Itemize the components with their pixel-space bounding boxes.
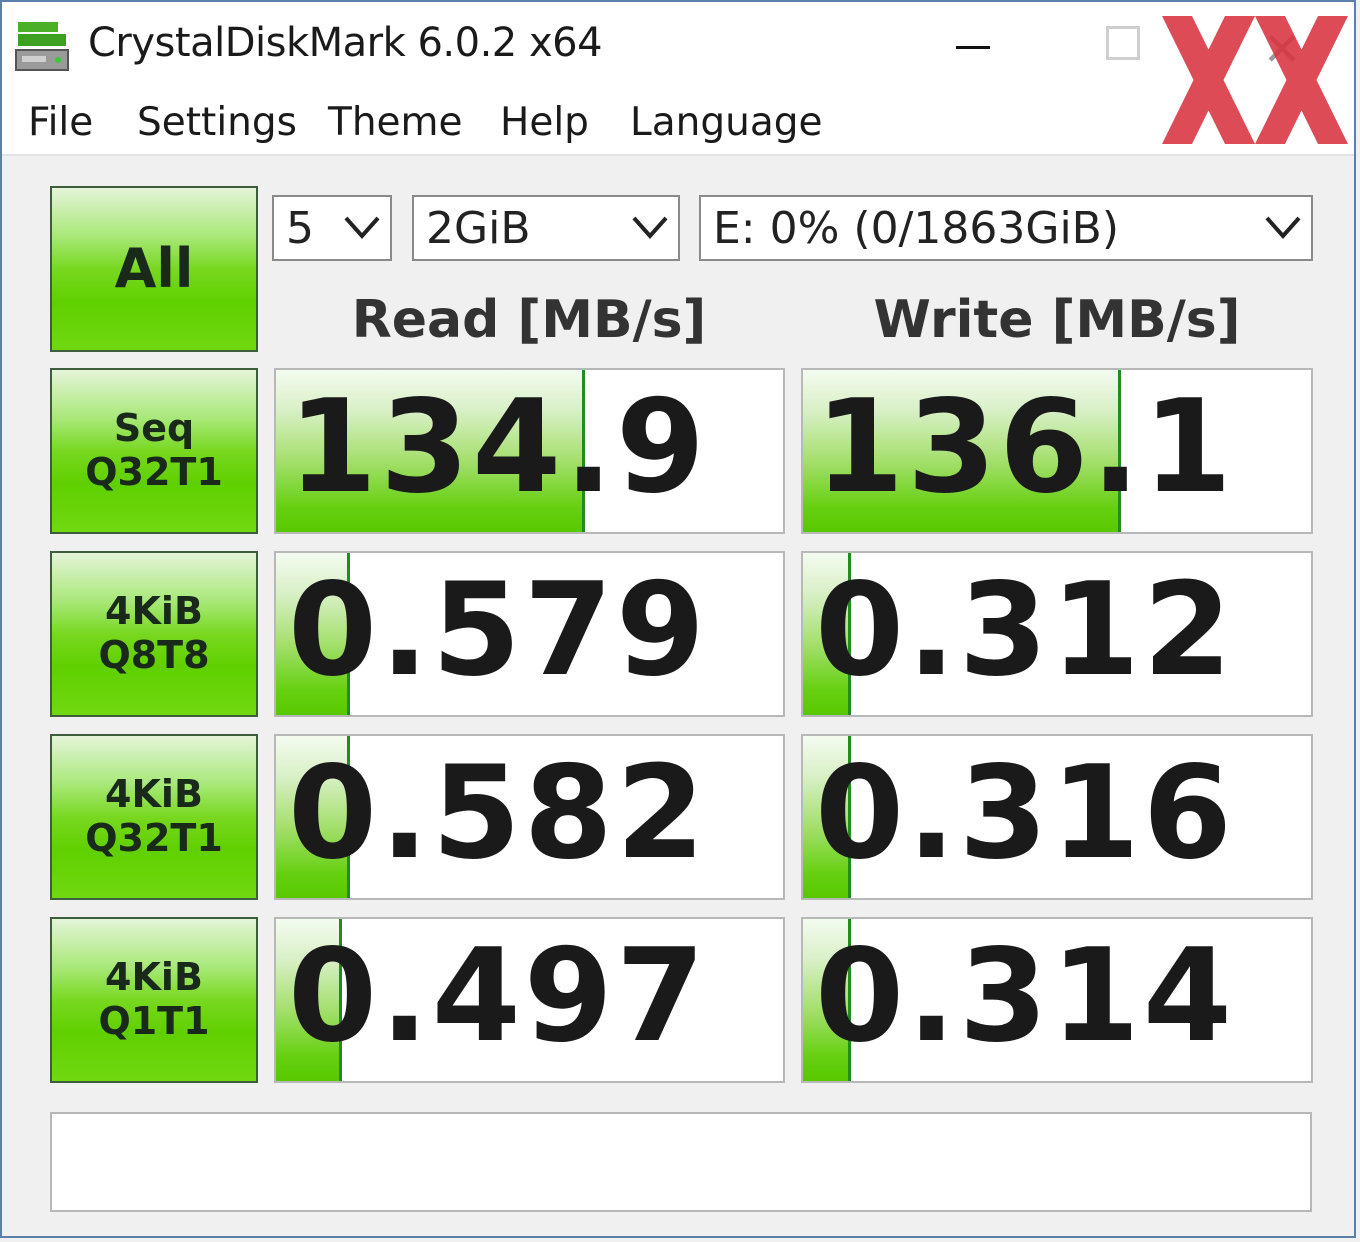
write-result-cell: 0.316 [801, 734, 1313, 900]
menu-language[interactable]: Language [630, 100, 822, 145]
write-value: 136.1 [815, 373, 1235, 522]
test-size-select[interactable]: 2GiB [412, 195, 680, 261]
read-value: 0.582 [288, 739, 708, 888]
write-header: Write [MB/s] [873, 290, 1241, 350]
read-result-cell: 0.497 [274, 917, 785, 1083]
test-label-line1: 4KiB [105, 955, 203, 1000]
menu-bar: File Settings Theme Help Language [2, 90, 1354, 156]
title-bar[interactable]: CrystalDiskMark 6.0.2 x64 ✕ [2, 2, 1354, 90]
hardwareluxx-logo [1162, 16, 1348, 144]
chevron-down-icon [344, 216, 380, 239]
write-value: 0.316 [815, 739, 1235, 888]
all-tests-label: All [114, 236, 194, 300]
test-label-line2: Q32T1 [85, 816, 223, 860]
write-value: 0.312 [815, 556, 1235, 705]
test-label-line1: 4KiB [105, 589, 203, 634]
disk-app-icon [15, 22, 69, 71]
window-title: CrystalDiskMark 6.0.2 x64 [88, 20, 603, 66]
menu-settings[interactable]: Settings [137, 100, 297, 145]
read-result-cell: 134.9 [274, 368, 785, 534]
test-button-seq-q32t1[interactable]: Seq Q32T1 [50, 368, 258, 534]
drive-select[interactable]: E: 0% (0/1863GiB) [699, 195, 1313, 261]
test-button-4kib-q1t1[interactable]: 4KiB Q1T1 [50, 917, 258, 1083]
read-value: 0.579 [288, 556, 708, 705]
test-button-4kib-q8t8[interactable]: 4KiB Q8T8 [50, 551, 258, 717]
read-result-cell: 0.582 [274, 734, 785, 900]
read-header: Read [MB/s] [351, 290, 707, 350]
app-window: CrystalDiskMark 6.0.2 x64 ✕ File Setting… [0, 0, 1356, 1238]
test-count-select[interactable]: 5 [272, 195, 392, 261]
maximize-button[interactable] [1106, 26, 1140, 60]
test-label-line2: Q1T1 [98, 999, 210, 1043]
write-result-cell: 0.314 [801, 917, 1313, 1083]
menu-file[interactable]: File [28, 100, 93, 145]
minimize-button[interactable] [952, 22, 996, 66]
chevron-down-icon [1265, 216, 1301, 239]
test-label-line2: Q32T1 [85, 450, 223, 494]
status-comment-field[interactable] [50, 1112, 1312, 1212]
all-tests-button[interactable]: All [50, 186, 258, 352]
drive-value: E: 0% (0/1863GiB) [713, 203, 1120, 254]
read-value: 134.9 [288, 373, 708, 522]
menu-theme[interactable]: Theme [328, 100, 463, 145]
test-button-4kib-q32t1[interactable]: 4KiB Q32T1 [50, 734, 258, 900]
read-result-cell: 0.579 [274, 551, 785, 717]
test-label-line1: Seq [113, 406, 195, 451]
test-label-line1: 4KiB [105, 772, 203, 817]
menu-help[interactable]: Help [500, 100, 589, 145]
test-count-value: 5 [286, 203, 314, 254]
test-size-value: 2GiB [426, 203, 531, 254]
read-value: 0.497 [288, 922, 708, 1071]
write-result-cell: 136.1 [801, 368, 1313, 534]
write-value: 0.314 [815, 922, 1235, 1071]
write-result-cell: 0.312 [801, 551, 1313, 717]
chevron-down-icon [632, 216, 668, 239]
test-label-line2: Q8T8 [98, 633, 210, 677]
